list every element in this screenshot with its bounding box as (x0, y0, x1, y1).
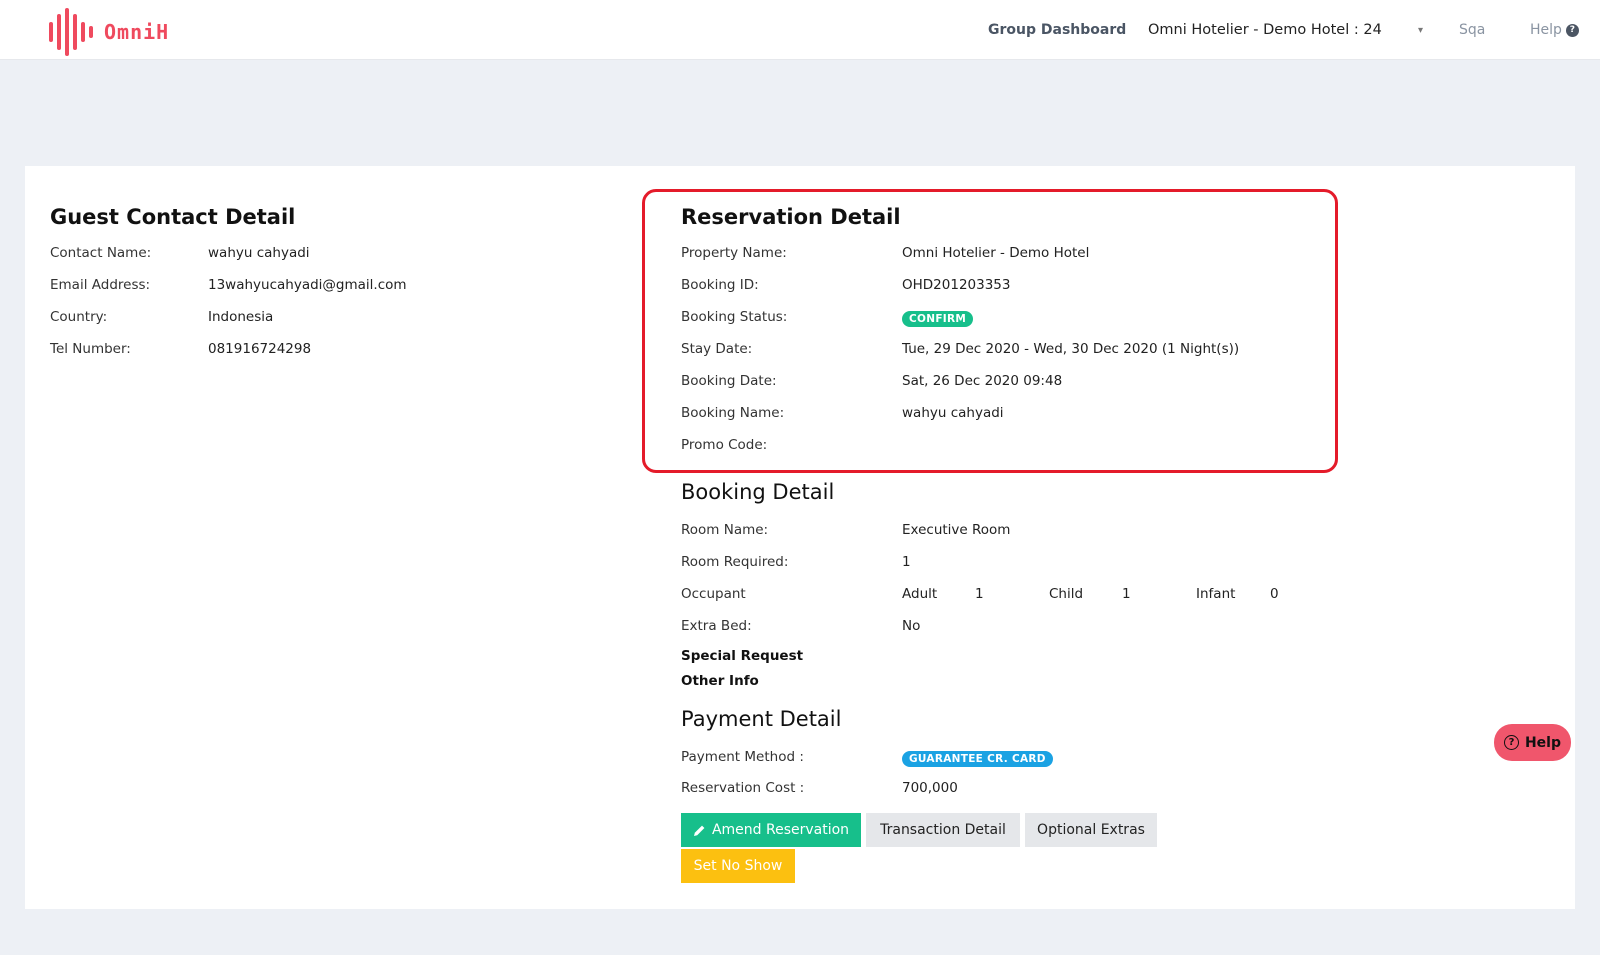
hotel-selector[interactable]: Omni Hotelier - Demo Hotel : 24 (1148, 0, 1382, 60)
property-name-label: Property Name: (681, 245, 787, 261)
pencil-icon (693, 825, 705, 836)
status-badge: CONFIRM (902, 311, 974, 327)
extra-bed-value: No (902, 618, 921, 634)
infant-label: Infant (1196, 586, 1236, 602)
payment-method-badge: GUARANTEE CR. CARD (902, 751, 1053, 767)
omnih-logo[interactable]: OmniH (48, 8, 169, 56)
reservation-cost-value: 700,000 (902, 780, 958, 796)
country-value: Indonesia (208, 309, 274, 325)
amend-reservation-label: Amend Reservation (711, 822, 850, 838)
question-circle-icon: ? (1565, 23, 1579, 37)
room-name-label: Room Name: (681, 522, 769, 538)
extra-bed-label: Extra Bed: (681, 618, 752, 634)
room-required-value: 1 (902, 554, 911, 570)
question-circle-icon: ? (1503, 735, 1519, 750)
contact-name-label: Contact Name: (50, 245, 152, 261)
logo-bars-icon (49, 8, 93, 56)
email-value: 13wahyucahyadi@gmail.com (208, 277, 407, 293)
room-name-value: Executive Room (902, 522, 1011, 538)
group-dashboard-link[interactable]: Group Dashboard (988, 0, 1126, 60)
promo-code-label: Promo Code: (681, 437, 768, 453)
room-required-label: Room Required: (681, 554, 789, 570)
logo-text: OmniH (104, 20, 170, 44)
tel-label: Tel Number: (50, 341, 131, 357)
email-label: Email Address: (50, 277, 151, 293)
help-link-label: Help (1530, 22, 1562, 38)
chevron-down-icon[interactable]: ▾ (1418, 0, 1423, 60)
adult-label: Adult (902, 586, 938, 602)
reservation-highlight-box (642, 189, 1338, 473)
help-link[interactable]: Help ? (1530, 0, 1579, 60)
special-request-heading: Special Request (681, 648, 804, 664)
transaction-detail-button[interactable]: Transaction Detail (866, 813, 1020, 847)
user-menu[interactable]: Sqa (1459, 0, 1485, 60)
optional-extras-button[interactable]: Optional Extras (1025, 813, 1157, 847)
floating-help-label: Help (1524, 734, 1562, 751)
booking-id-label: Booking ID: (681, 277, 759, 293)
booking-date-value: Sat, 26 Dec 2020 09:48 (902, 373, 1063, 389)
stay-date-label: Stay Date: (681, 341, 753, 357)
payment-detail-title: Payment Detail (681, 707, 842, 731)
occupant-label: Occupant (681, 586, 746, 602)
infant-value: 0 (1270, 586, 1279, 602)
payment-method-label: Payment Method : (681, 749, 804, 765)
child-value: 1 (1122, 586, 1131, 602)
guest-contact-title: Guest Contact Detail (50, 205, 296, 229)
other-info-heading: Other Info (681, 673, 759, 689)
set-no-show-button[interactable]: Set No Show (681, 849, 795, 883)
stay-date-value: Tue, 29 Dec 2020 - Wed, 30 Dec 2020 (1 N… (902, 341, 1240, 357)
adult-value: 1 (975, 586, 984, 602)
top-navbar: OmniH Group Dashboard Omni Hotelier - De… (0, 0, 1600, 60)
property-name-value: Omni Hotelier - Demo Hotel (902, 245, 1090, 261)
booking-name-label: Booking Name: (681, 405, 785, 421)
country-label: Country: (50, 309, 108, 325)
booking-id-value: OHD201203353 (902, 277, 1011, 293)
child-label: Child (1049, 586, 1084, 602)
tel-value: 081916724298 (208, 341, 312, 357)
booking-status-label: Booking Status: (681, 309, 788, 325)
booking-date-label: Booking Date: (681, 373, 777, 389)
amend-reservation-button[interactable]: Amend Reservation (681, 813, 861, 847)
floating-help-button[interactable]: ? Help (1494, 724, 1571, 761)
contact-name-value: wahyu cahyadi (208, 245, 310, 261)
booking-name-value: wahyu cahyadi (902, 405, 1004, 421)
reservation-cost-label: Reservation Cost : (681, 780, 805, 796)
booking-detail-title: Booking Detail (681, 480, 835, 504)
reservation-detail-title: Reservation Detail (681, 205, 901, 229)
